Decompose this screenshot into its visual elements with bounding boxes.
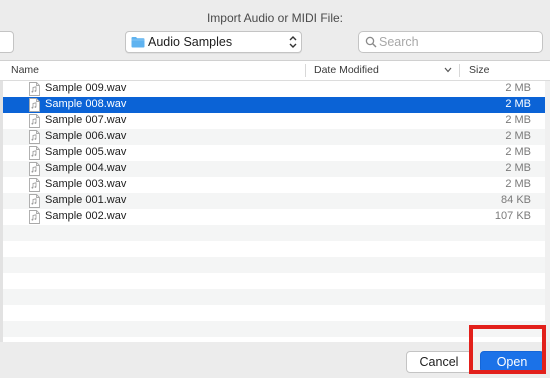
file-size: 84 KB [501, 194, 531, 206]
file-row[interactable]: Sample 005.wav 2 MB [0, 145, 550, 161]
search-field[interactable] [358, 31, 543, 53]
audio-file-icon [29, 114, 40, 128]
file-row[interactable]: Sample 006.wav 2 MB [0, 129, 550, 145]
audio-file-icon [29, 194, 40, 208]
file-size: 2 MB [505, 114, 531, 126]
back-button[interactable] [0, 31, 14, 53]
location-label: Audio Samples [148, 35, 233, 49]
column-header-row: Name Date Modified Size [0, 61, 550, 81]
file-name: Sample 004.wav [45, 162, 127, 174]
file-size: 2 MB [505, 162, 531, 174]
audio-file-icon [29, 82, 40, 96]
file-rows: Sample 009.wav 2 MB Sample 008.wav 2 MB Samp… [0, 81, 550, 337]
empty-row [0, 225, 550, 241]
column-header-name[interactable]: Name [11, 61, 39, 80]
search-icon [365, 36, 377, 48]
file-row[interactable]: Sample 008.wav 2 MB [0, 97, 550, 113]
chevron-down-icon[interactable] [444, 67, 452, 73]
file-name: Sample 009.wav [45, 82, 127, 94]
left-scrollbar[interactable] [0, 81, 3, 342]
file-row[interactable]: Sample 004.wav 2 MB [0, 161, 550, 177]
folder-icon [131, 37, 145, 48]
cancel-button[interactable]: Cancel [406, 351, 472, 373]
audio-file-icon [29, 162, 40, 176]
updown-chevron-icon [289, 36, 297, 48]
file-row[interactable]: Sample 007.wav 2 MB [0, 113, 550, 129]
column-header-size[interactable]: Size [469, 61, 489, 80]
file-row[interactable]: Sample 002.wav 107 KB [0, 209, 550, 225]
empty-row [0, 257, 550, 273]
file-name: Sample 001.wav [45, 194, 127, 206]
file-name: Sample 002.wav [45, 210, 127, 222]
dialog-title: Import Audio or MIDI File: [206, 11, 344, 25]
file-size: 2 MB [505, 178, 531, 190]
empty-row [0, 289, 550, 305]
file-name: Sample 003.wav [45, 178, 127, 190]
file-name: Sample 007.wav [45, 114, 127, 126]
file-size: 2 MB [505, 82, 531, 94]
empty-row [0, 241, 550, 257]
file-name: Sample 006.wav [45, 130, 127, 142]
empty-row [0, 305, 550, 321]
column-divider[interactable] [305, 64, 306, 77]
empty-row [0, 273, 550, 289]
file-row[interactable]: Sample 009.wav 2 MB [0, 81, 550, 97]
empty-row [0, 321, 550, 337]
open-button[interactable]: Open [480, 351, 544, 373]
dialog-button-bar: Cancel Open [0, 342, 550, 378]
file-row[interactable]: Sample 003.wav 2 MB [0, 177, 550, 193]
vertical-scrollbar[interactable] [545, 81, 550, 342]
audio-file-icon [29, 178, 40, 192]
audio-file-icon [29, 130, 40, 144]
file-row[interactable]: Sample 001.wav 84 KB [0, 193, 550, 209]
file-name: Sample 008.wav [45, 98, 127, 110]
location-dropdown[interactable]: Audio Samples [125, 31, 302, 53]
file-size: 107 KB [494, 210, 531, 222]
column-divider[interactable] [459, 64, 460, 77]
search-input[interactable] [379, 33, 534, 50]
file-list[interactable]: Name Date Modified Size Sample 009.wav 2 … [0, 60, 550, 342]
column-header-date-modified[interactable]: Date Modified [314, 61, 379, 80]
audio-file-icon [29, 98, 40, 112]
file-size: 2 MB [505, 130, 531, 142]
file-size: 2 MB [505, 98, 531, 110]
audio-file-icon [29, 146, 40, 160]
file-size: 2 MB [505, 146, 531, 158]
file-name: Sample 005.wav [45, 146, 127, 158]
audio-file-icon [29, 210, 40, 224]
